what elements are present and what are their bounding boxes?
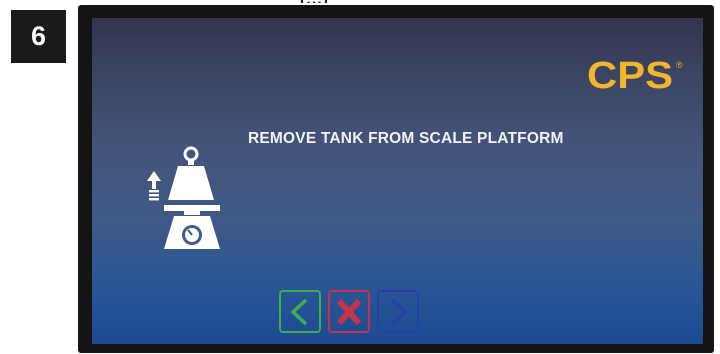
navigation-buttons (279, 290, 419, 333)
x-icon (336, 298, 362, 325)
lift-arrow-icon (147, 171, 161, 201)
chevron-right-icon (390, 298, 408, 325)
cancel-button[interactable] (328, 290, 370, 333)
svg-text:®: ® (676, 60, 683, 70)
next-button[interactable] (377, 290, 419, 333)
instruction-figure: 6 (...) CPS ® REMOVE TANK FROM SCALE PLA… (0, 0, 720, 354)
instruction-message: REMOVE TANK FROM SCALE PLATFORM (248, 130, 564, 147)
back-button[interactable] (279, 290, 321, 333)
chevron-left-icon (290, 298, 308, 325)
svg-text:CPS: CPS (587, 55, 673, 97)
cps-logo: CPS ® (587, 55, 683, 97)
step-number-badge: 6 (11, 10, 66, 63)
remove-tank-from-scale-icon (147, 146, 220, 249)
device-bezel: CPS ® REMOVE TANK FROM SCALE PLATFORM (78, 5, 714, 353)
header-partial-title: (...) (300, 0, 329, 3)
device-screen: CPS ® REMOVE TANK FROM SCALE PLATFORM (92, 18, 703, 344)
